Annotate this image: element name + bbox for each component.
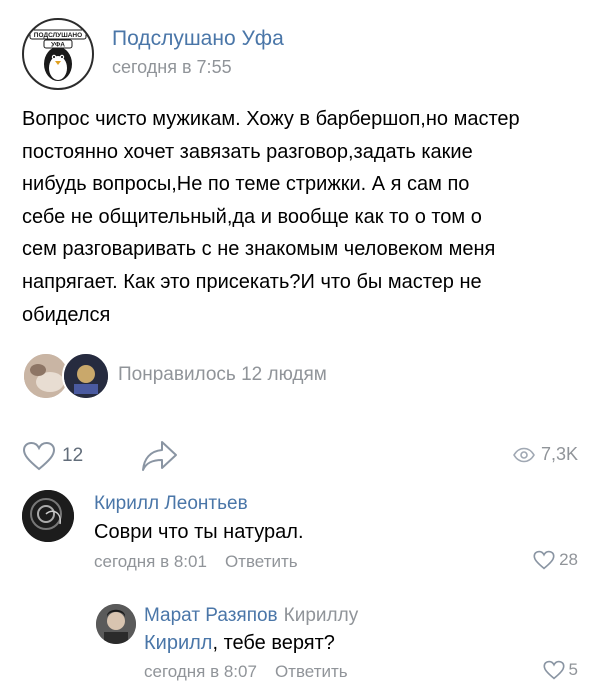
comment-time[interactable]: сегодня в 8:01 [94,552,207,571]
comment-like-count: 5 [568,660,578,679]
comment-text: Кирилл, тебе верят? [144,632,335,655]
comment-author-name[interactable]: Марат Разяпов [144,605,278,626]
post-text-line: постоянно хочет завязать разговор,задать… [22,140,473,163]
like-count: 12 [62,445,84,466]
post-header: ПОДСЛУШАНО УФА Подслушано Уфа сегодня в … [22,18,582,90]
views-count: 7,3K [540,444,578,464]
post-text: Вопрос чисто мужикам. Хожу в барбершоп,н… [22,103,582,331]
post-actions: 12 7,3K [22,436,578,476]
reply-button[interactable]: Ответить [275,662,348,681]
group-avatar[interactable]: ПОДСЛУШАНО УФА [22,18,94,90]
eye-icon [513,447,535,462]
reply-button[interactable]: Ответить [225,552,298,571]
heart-icon [543,660,565,680]
comment-like-button[interactable]: 5 [543,660,578,680]
comment-author[interactable]: Кирилл Леонтьев [94,493,248,515]
heart-icon [533,550,555,570]
comment-like-count: 28 [559,550,578,569]
avatar[interactable] [22,490,74,542]
heart-icon [22,441,56,471]
post-text-line: нибудь вопросы,Не по теме стрижки. А я с… [22,173,470,196]
liker-avatar [62,352,110,400]
comment-meta: сегодня в 8:01 Ответить [94,552,298,572]
comment-text: Соври что ты натурал. [94,521,304,543]
share-button[interactable] [140,438,180,474]
like-button[interactable]: 12 [22,436,83,476]
avatar[interactable] [96,604,136,644]
group-name[interactable]: Подслушано Уфа [112,27,284,51]
reply-to[interactable]: Кириллу [284,605,359,626]
post-text-line: сем разговаривать с не знакомым человеко… [22,238,496,261]
post-text-line: себе не общительный,да и вообще как то о… [22,205,482,228]
user-avatar-icon [96,604,136,644]
user-avatar-icon [22,490,74,542]
penguin-logo-icon: ПОДСЛУШАНО УФА [29,29,87,81]
share-arrow-icon [142,441,177,471]
comment-time[interactable]: сегодня в 8:07 [144,662,257,681]
comment: Кирилл Леонтьев Соври что ты натурал. се… [22,486,578,576]
likes-summary-text[interactable]: Понравилось 12 людям [118,364,327,386]
post-text-line: напрягает. Как это присекать?И что бы ма… [22,270,482,293]
svg-text:УФА: УФА [51,42,65,49]
post-text-line: обиделся [22,303,111,326]
comment-like-button[interactable]: 28 [533,550,578,570]
post-time[interactable]: сегодня в 7:55 [112,57,232,78]
post-text-line: Вопрос чисто мужикам. Хожу в барбершоп,н… [22,108,520,130]
comment-meta: сегодня в 8:07 Ответить [144,662,348,682]
comment-author: Марат Разяпов Кириллу [144,605,358,627]
likes-summary[interactable]: Понравилось 12 людям [22,352,422,400]
photo-thumbnail-icon [64,354,108,398]
mention-link[interactable]: Кирилл [144,632,212,654]
svg-text:ПОДСЛУШАНО: ПОДСЛУШАНО [34,32,82,39]
views-counter: 7,3K [513,444,578,465]
comment-reply: Марат Разяпов Кириллу Кирилл, тебе верят?… [96,598,578,688]
comment-text-body: , тебе верят? [212,632,335,654]
